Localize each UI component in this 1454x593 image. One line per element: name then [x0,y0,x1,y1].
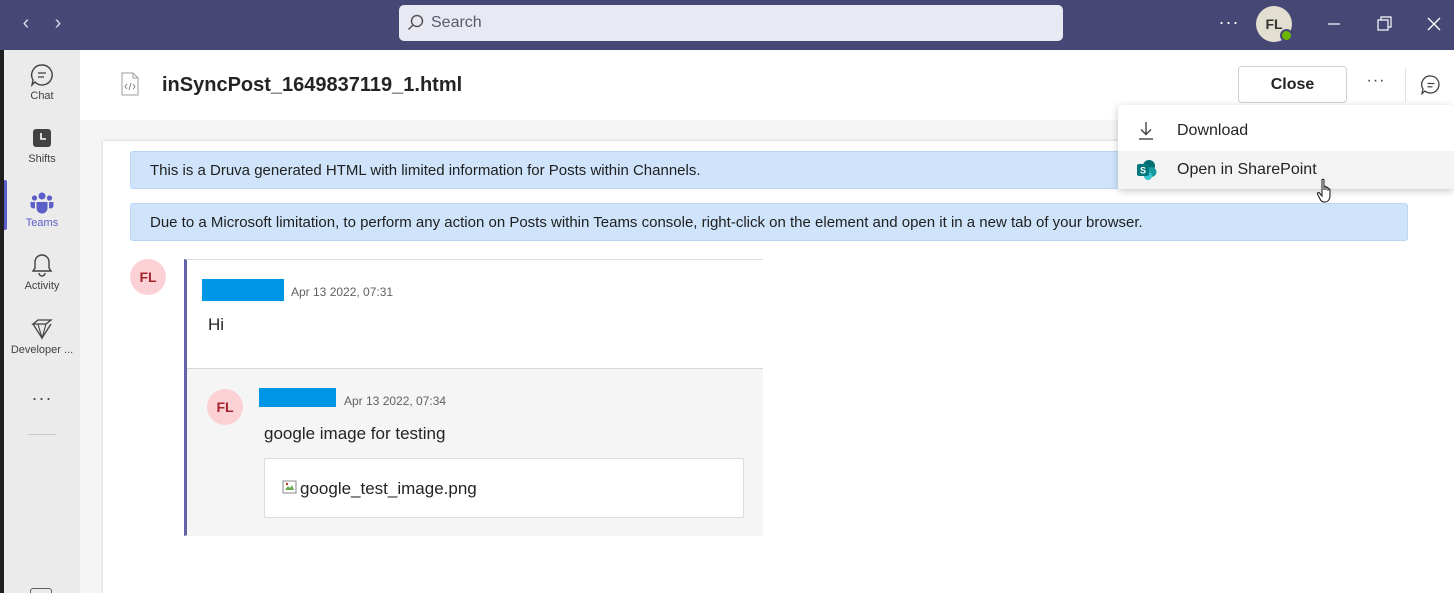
rail-item-label: Activity [24,280,60,292]
search-input[interactable] [431,5,1051,41]
more-options-icon[interactable]: ··· [1216,12,1242,36]
download-icon [1139,122,1153,140]
file-title: inSyncPost_1649837119_1.html [162,74,463,96]
conversation-icon[interactable] [1420,74,1442,96]
forward-arrow-icon[interactable]: › [46,12,70,36]
rail-item-label: Developer ... [10,344,74,356]
rail-item-chat[interactable]: Chat [4,62,80,118]
limitation-banner: Due to a Microsoft limitation, to perfor… [130,203,1408,241]
sharepoint-icon: S [1137,160,1157,180]
bell-icon [31,254,53,277]
menu-item-download[interactable]: Download [1118,112,1454,150]
avatar: FL [207,389,243,425]
back-arrow-icon[interactable]: ‹ [14,12,38,36]
menu-item-label: Download [1177,122,1249,139]
rail-item-teams[interactable]: Teams [4,189,80,245]
teams-icon [30,192,54,214]
reply-message: FL Apr 13 2022, 07:34 google image for t… [187,368,763,536]
rail-item-activity[interactable]: Activity [4,252,80,308]
post-timestamp: Apr 13 2022, 07:31 [291,285,394,299]
rail-item-label: Teams [25,217,59,229]
html-preview: This is a Druva generated HTML with limi… [103,141,1454,593]
attachment-filename: google_test_image.png [300,479,477,498]
search-icon [407,14,424,31]
title-bar: ‹ › ··· FL [0,0,1454,50]
search-box[interactable] [399,5,1063,41]
app-rail: Chat Shifts Teams Activity Developer ...… [0,50,80,593]
html-file-icon [121,72,139,96]
menu-item-label: Open in SharePoint [1177,161,1317,178]
post-message: Apr 13 2022, 07:31 Hi [187,260,763,368]
image-attachment[interactable]: google_test_image.png [264,458,744,518]
post-card: Apr 13 2022, 07:31 Hi FL Apr 13 2022, 07… [184,259,763,536]
menu-item-open-in-sharepoint[interactable]: S Open in SharePoint [1118,151,1454,189]
close-window-icon[interactable] [1420,10,1448,38]
developer-portal-icon [31,319,53,341]
close-button[interactable]: Close [1238,66,1347,103]
svg-text:S: S [1140,166,1146,176]
hand-cursor-icon [1316,178,1331,203]
chat-icon [30,64,53,88]
rail-item-shifts[interactable]: Shifts [4,125,80,181]
presence-available-icon [1280,29,1293,42]
restore-icon[interactable] [1370,10,1398,38]
more-apps-icon[interactable]: ··· [4,388,80,409]
minimize-icon[interactable] [1320,10,1348,38]
apps-icon[interactable] [30,588,52,593]
reply-timestamp: Apr 13 2022, 07:34 [344,394,447,408]
rail-item-label: Chat [30,90,54,102]
broken-image-icon [282,480,297,494]
avatar: FL [130,259,166,295]
rail-item-developer[interactable]: Developer ... [4,316,80,372]
post-text: Hi [208,315,225,334]
shifts-icon [33,129,51,147]
more-options-menu: Download S Open in SharePoint [1118,105,1454,189]
more-options-icon[interactable]: ··· [1364,72,1388,90]
reply-text: google image for testing [264,424,446,443]
rail-item-label: Shifts [28,153,56,165]
redacted-author-name [202,279,284,301]
redacted-author-name [259,388,336,407]
